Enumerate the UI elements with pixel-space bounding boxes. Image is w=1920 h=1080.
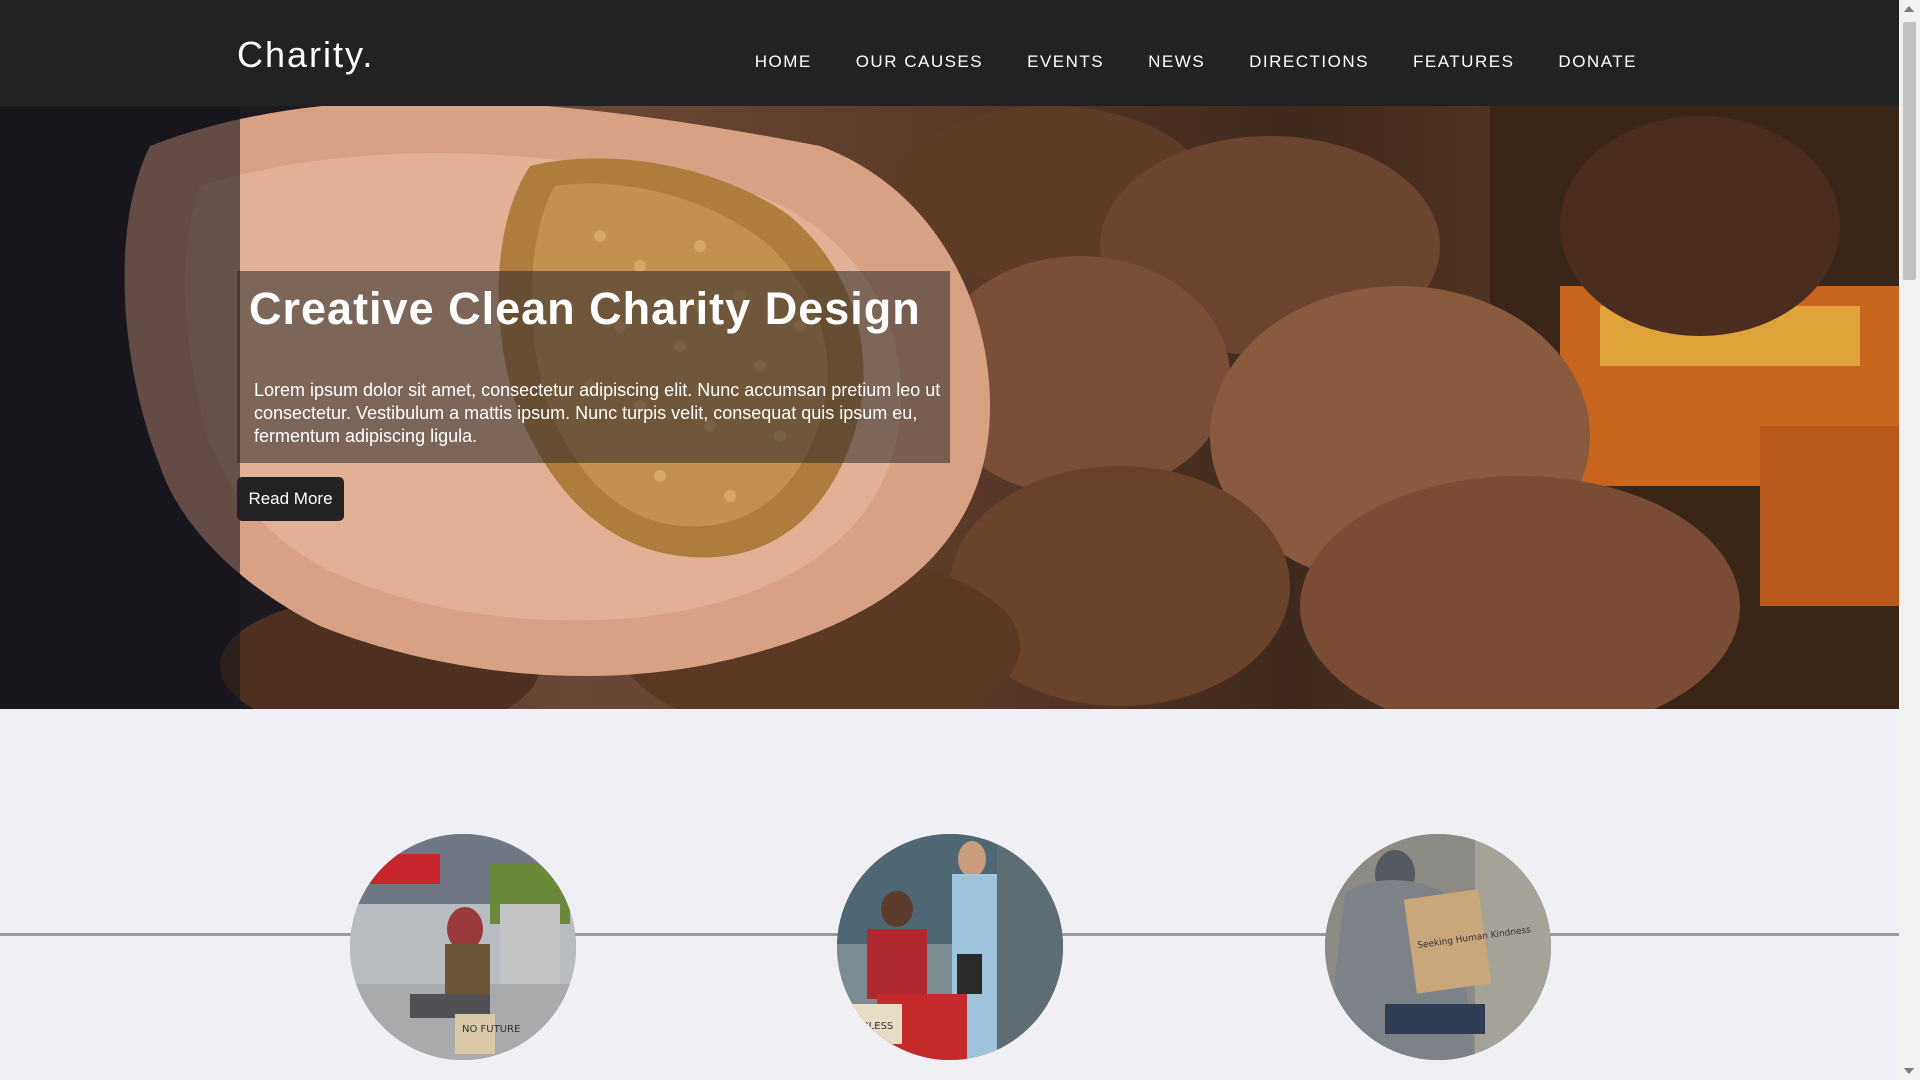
- seeking-kindness-photo: Seeking Human Kindness: [1325, 834, 1551, 1060]
- scroll-down-arrow-icon[interactable]: [1904, 1068, 1914, 1074]
- cause-image-2[interactable]: JOBLESS: [837, 834, 1063, 1060]
- nav-link-our-causes[interactable]: OUR CAUSES: [856, 52, 983, 72]
- nav-links: HOME OUR CAUSES EVENTS NEWS DIRECTIONS F…: [755, 52, 1637, 72]
- read-more-button[interactable]: Read More: [237, 477, 344, 521]
- sign-text-2: JOBLESS: [850, 1021, 893, 1032]
- nav-link-donate[interactable]: DONATE: [1558, 52, 1637, 72]
- cause-image-3[interactable]: Seeking Human Kindness: [1325, 834, 1551, 1060]
- cause-image-1[interactable]: NO FUTURE: [350, 834, 576, 1060]
- navbar: Charity. HOME OUR CAUSES EVENTS NEWS DIR…: [0, 0, 1899, 106]
- scroll-thumb[interactable]: [1903, 22, 1916, 280]
- hero-title: Creative Clean Charity Design: [249, 283, 921, 334]
- nav-link-home[interactable]: HOME: [755, 52, 812, 72]
- sign-text-1: NO FUTURE: [462, 1024, 520, 1035]
- hero-banner: Creative Clean Charity Design Lorem ipsu…: [0, 106, 1899, 709]
- homeless-man-photo: NO FUTURE: [350, 834, 576, 1060]
- nav-link-directions[interactable]: DIRECTIONS: [1249, 52, 1369, 72]
- brand-logo[interactable]: Charity.: [237, 34, 374, 76]
- scroll-up-arrow-icon[interactable]: [1904, 6, 1914, 12]
- nav-link-news[interactable]: NEWS: [1148, 52, 1205, 72]
- woman-giving-photo: JOBLESS: [837, 834, 1063, 1060]
- nav-link-features[interactable]: FEATURES: [1413, 52, 1514, 72]
- page-scrollbar[interactable]: [1899, 0, 1920, 1080]
- page: Charity. HOME OUR CAUSES EVENTS NEWS DIR…: [0, 0, 1920, 1080]
- hero-caption-box: Creative Clean Charity Design Lorem ipsu…: [237, 271, 950, 463]
- nav-link-events[interactable]: EVENTS: [1027, 52, 1104, 72]
- hero-description: Lorem ipsum dolor sit amet, consectetur …: [254, 380, 941, 446]
